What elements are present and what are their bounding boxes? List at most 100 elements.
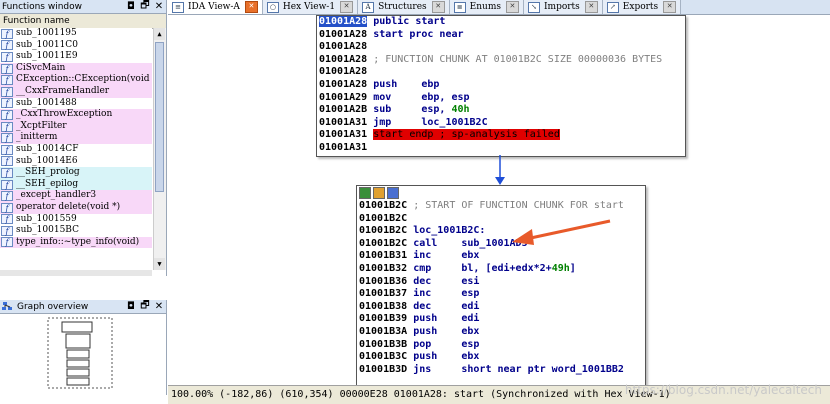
code-line[interactable]: 01001A31 jmp loc_1001B2C [317,117,685,130]
address: 01001A28 [319,66,368,78]
code-line[interactable]: 01001B36 dec esi [357,276,645,289]
immediate-value: 49h [551,262,570,274]
code-line[interactable]: 01001B3A push ebx [357,326,645,339]
mnemonic: push [413,351,462,363]
function-list-item[interactable]: f operator delete(void *) [0,201,152,214]
code-line[interactable]: 01001A28 ; FUNCTION CHUNK AT 01001B2C SI… [317,54,685,67]
code-line[interactable]: 01001B3B pop esp [357,339,645,352]
function-name: __CxxFrameHandler [16,85,110,96]
close-icon[interactable]: ✕ [152,301,166,312]
function-list-item[interactable]: f __SEH_prolog [0,167,152,179]
function-icon: f [1,98,13,109]
function-list-item[interactable]: f CiSvcMain [0,62,152,75]
tab-enums[interactable]: ≣ Enums ✕ [449,0,524,14]
address: 01001A31 [319,116,368,128]
tab-structures[interactable]: A Structures ✕ [358,0,450,14]
code-line[interactable]: 01001A28 public start [317,16,685,29]
function-name: sub_10014E6 [16,155,78,166]
operand: esp [461,288,480,300]
address: 01001B37 [359,288,408,300]
function-name: sub_1001559 [16,213,77,224]
scroll-up-icon[interactable]: ▲ [154,28,165,40]
code-line[interactable]: 01001A2B sub esp, 40h [317,104,685,117]
function-icon: f [1,179,13,190]
graph-overview-canvas[interactable] [0,314,166,394]
mnemonic: sub [373,104,422,116]
function-list-item[interactable]: f type_info::~type_info(void) [0,236,152,249]
operand: esp, [421,104,452,116]
code-line[interactable]: 01001A28 start proc near [317,29,685,42]
function-list-item[interactable]: f _initterm [0,132,152,144]
comment: ; START OF FUNCTION CHUNK FOR start [413,200,624,211]
function-list-item[interactable]: f sub_1001195 [0,28,152,40]
function-name-column-header[interactable]: Function name [0,14,166,29]
function-list-scrollbar[interactable]: ▲ ▼ [153,28,166,270]
close-icon[interactable]: ✕ [340,1,354,13]
function-list-item[interactable]: f _CxxThrowException [0,109,152,121]
function-list-item[interactable]: f _XcptFilter [0,120,152,133]
function-icon: f [1,133,13,144]
code-line[interactable]: 01001B3D jns short near ptr word_1001BB2 [357,364,645,377]
code-line[interactable]: 01001A29 mov ebp, esp [317,92,685,105]
close-icon[interactable]: ✕ [431,1,445,13]
code-line[interactable]: 01001B37 inc esp [357,288,645,301]
code-line[interactable]: 01001B39 push edi [357,313,645,326]
close-icon[interactable]: ✕ [584,1,598,13]
function-list-item[interactable]: f CException::CException(void [0,74,152,86]
tab-imports[interactable]: ↘ Imports ✕ [523,0,603,14]
code-line[interactable]: 01001A31 start endp ; sp-analysis failed [317,129,685,142]
function-icon: f [1,75,13,86]
operand: bl, [edi+edx*2+ [461,262,552,274]
function-list-item[interactable]: f sub_1001488 [0,97,152,110]
code-line[interactable]: 01001B3C push ebx [357,351,645,364]
function-list-item[interactable]: f sub_10015BC [0,225,152,237]
function-list-hscrollbar[interactable] [0,270,152,276]
function-icon: f [1,40,13,51]
function-list-item[interactable]: f sub_10014CF [0,143,152,156]
address: 01001B2C [359,200,408,211]
group-node-icon[interactable] [387,187,399,199]
function-list-item[interactable]: f sub_10011C0 [0,39,152,52]
scrollbar-thumb[interactable] [155,42,164,192]
function-list-item[interactable]: f __SEH_epilog [0,178,152,191]
code-line[interactable]: 01001B38 dec edi [357,301,645,314]
graph-node-start[interactable]: 01001A28 public start 01001A28 start proc… [316,15,686,157]
close-icon[interactable]: ✕ [244,1,258,13]
function-list-item[interactable]: f __CxxFrameHandler [0,85,152,98]
operand: short near ptr word_1001BB2 [461,363,624,375]
pin-icon[interactable]: ◘ [124,301,138,312]
code-line[interactable]: 01001A28 [317,41,685,54]
function-list-item[interactable]: f sub_1001559 [0,213,152,226]
node-title-icon[interactable] [373,187,385,199]
tab-hex-view-1[interactable]: ○ Hex View-1 ✕ [262,0,359,14]
tab-ida-view-a[interactable]: ≡ IDA View-A ✕ [168,0,263,14]
color-node-icon[interactable] [359,187,371,199]
close-icon[interactable]: ✕ [663,1,677,13]
function-list-item[interactable]: f _except_handler3 [0,190,152,202]
address: 01001B36 [359,275,408,287]
tab-label: IDA View-A [188,2,240,12]
code-line[interactable]: 01001A28 [317,66,685,79]
code-line[interactable]: 01001A28 push ebp [317,79,685,92]
tab-exports[interactable]: ↗ Exports ✕ [602,0,682,14]
address: 01001B2C [359,237,408,249]
ida-graph-view[interactable]: 01001A28 public start 01001A28 start proc… [168,15,830,387]
function-list-item[interactable]: f sub_10014E6 [0,155,152,168]
restore-icon[interactable]: 🗗 [138,0,152,15]
code-line[interactable]: 01001B32 cmp bl, [edi+edx*2+49h] [357,263,645,276]
code-line[interactable]: 01001B31 inc ebx [357,250,645,263]
function-list-item[interactable]: f sub_10011E9 [0,51,152,63]
mnemonic: inc [413,288,462,300]
pin-icon[interactable]: ◘ [124,1,138,12]
scroll-down-icon[interactable]: ▼ [154,258,165,270]
operand: edi [461,300,480,312]
code-line[interactable]: 01001A31 [317,142,685,155]
close-icon[interactable]: ✕ [505,1,519,13]
immediate-value: 40h [451,104,470,116]
function-name: sub_10011C0 [16,39,78,50]
mnemonic: mov [373,91,422,103]
function-name: CiSvcMain [16,62,66,73]
restore-icon[interactable]: 🗗 [138,298,152,315]
address: 01001B3A [359,325,408,337]
close-icon[interactable]: ✕ [152,1,166,12]
